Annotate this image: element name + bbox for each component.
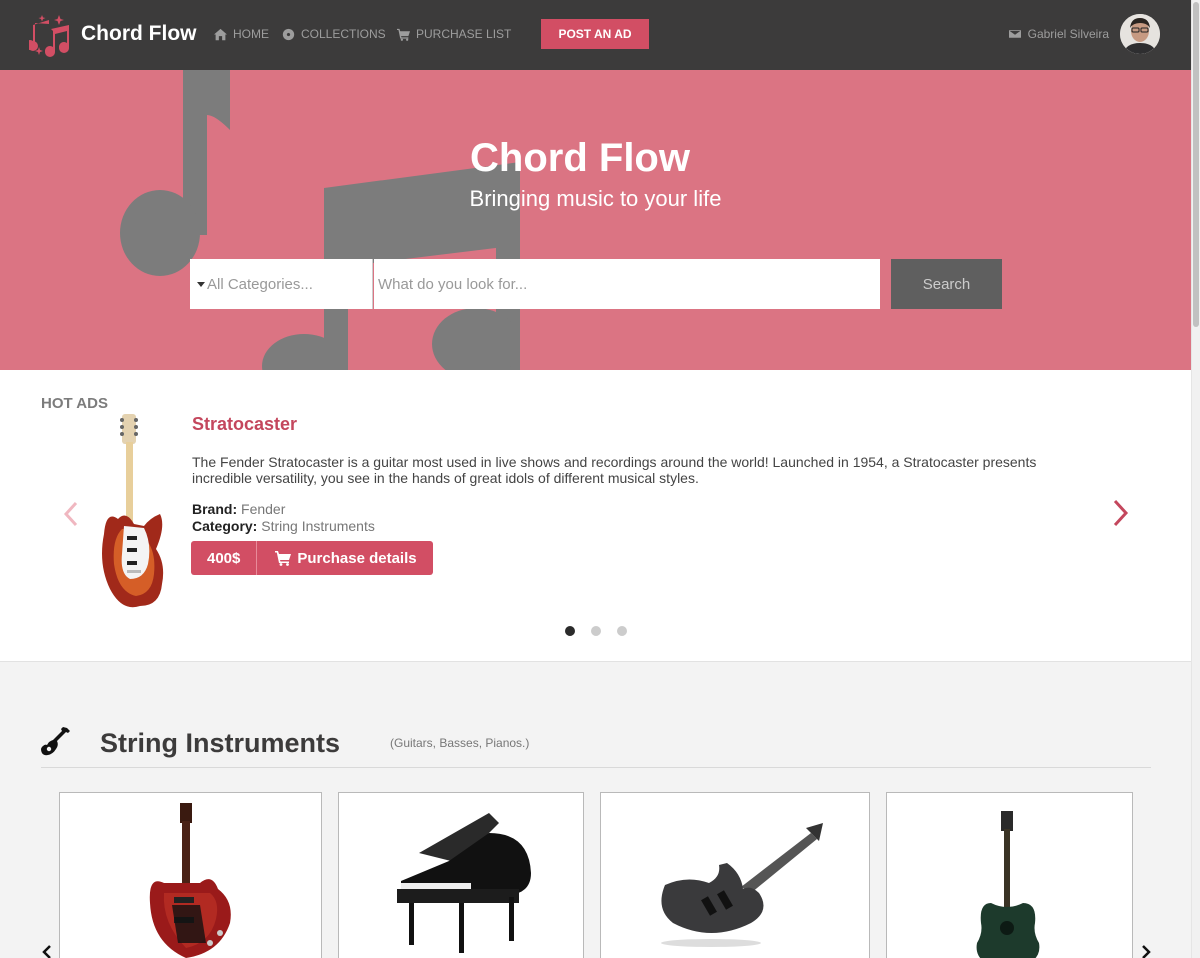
nav-collections[interactable]: COLLECTIONS <box>282 27 386 41</box>
purchase-button-group: 400$ Purchase details <box>191 541 433 575</box>
nav-purchase-list-label: PURCHASE LIST <box>416 27 512 41</box>
cart-icon <box>397 28 410 41</box>
search-input[interactable] <box>374 259 880 309</box>
ad-brand: Brand: Fender <box>192 501 285 517</box>
ad-brand-value: Fender <box>241 501 286 517</box>
purchase-details-button[interactable]: Purchase details <box>257 541 433 575</box>
envelope-icon <box>1008 30 1021 38</box>
carousel-dot[interactable] <box>617 626 627 636</box>
hot-ads-carousel: HOT ADS Stratocaster The Fender Stratoca… <box>0 370 1191 662</box>
nav-home[interactable]: HOME <box>214 27 269 41</box>
guitar-icon <box>41 727 70 756</box>
product-card[interactable] <box>886 792 1133 958</box>
scrollbar[interactable] <box>1191 0 1200 958</box>
hero-banner: Chord Flow Bringing music to your life A… <box>0 70 1191 370</box>
scrollbar-thumb[interactable] <box>1193 2 1199 327</box>
music-notes-background-icon <box>120 70 520 370</box>
section-title: String Instruments <box>100 728 341 758</box>
navbar: Chord Flow HOME COLLECTIONS PURCHASE LIS… <box>0 0 1191 70</box>
chevron-right-icon[interactable] <box>1110 498 1132 528</box>
ad-title[interactable]: Stratocaster <box>192 414 297 435</box>
section-divider <box>41 767 1151 768</box>
hot-ads-label: HOT ADS <box>41 395 108 412</box>
carousel-dot[interactable] <box>565 626 575 636</box>
price-tag[interactable]: 400$ <box>191 541 258 575</box>
chevron-left-icon[interactable] <box>41 944 53 958</box>
product-card[interactable] <box>338 792 584 958</box>
ad-description: The Fender Stratocaster is a guitar most… <box>192 454 1037 486</box>
chevron-right-icon[interactable] <box>1140 944 1152 958</box>
disc-icon <box>282 28 295 40</box>
category-select[interactable]: All Categories... <box>190 259 373 309</box>
ad-category-label: Category: <box>192 518 258 534</box>
home-icon <box>214 28 227 40</box>
nav-home-label: HOME <box>233 27 269 41</box>
carousel-dot[interactable] <box>591 626 601 636</box>
search-button[interactable]: Search <box>891 259 1002 309</box>
chevron-left-icon[interactable] <box>60 500 80 528</box>
bass-guitar-image <box>661 823 823 947</box>
avatar[interactable] <box>1120 14 1160 54</box>
user-name: Gabriel Silveira <box>1027 27 1109 41</box>
ad-brand-label: Brand: <box>192 501 238 517</box>
purchase-details-label: Purchase details <box>297 549 417 567</box>
hero-subtitle: Bringing music to your life <box>469 186 722 211</box>
post-ad-button[interactable]: POST AN AD <box>541 19 649 49</box>
music-notes-logo-icon[interactable] <box>29 13 73 57</box>
ad-category: Category: String Instruments <box>192 518 375 534</box>
grand-piano-image <box>397 813 531 953</box>
cart-icon <box>275 551 292 566</box>
carousel-indicators <box>565 626 627 636</box>
category-select-placeholder: All Categories... <box>207 275 313 293</box>
nav-purchase-list[interactable]: PURCHASE LIST <box>397 27 511 41</box>
acoustic-guitar-image <box>976 811 1040 958</box>
brand-name[interactable]: Chord Flow <box>81 22 196 46</box>
stratocaster-image <box>102 414 164 608</box>
product-card[interactable] <box>59 792 322 958</box>
nav-collections-label: COLLECTIONS <box>301 27 386 41</box>
ad-category-value: String Instruments <box>261 518 375 534</box>
electric-guitar-image <box>149 803 231 958</box>
hero-title: Chord Flow <box>470 136 690 180</box>
section-subtitle: (Guitars, Basses, Pianos.) <box>390 736 530 750</box>
caret-down-icon <box>197 281 205 287</box>
product-card[interactable] <box>600 792 870 958</box>
user-menu[interactable]: Gabriel Silveira <box>1008 27 1109 41</box>
